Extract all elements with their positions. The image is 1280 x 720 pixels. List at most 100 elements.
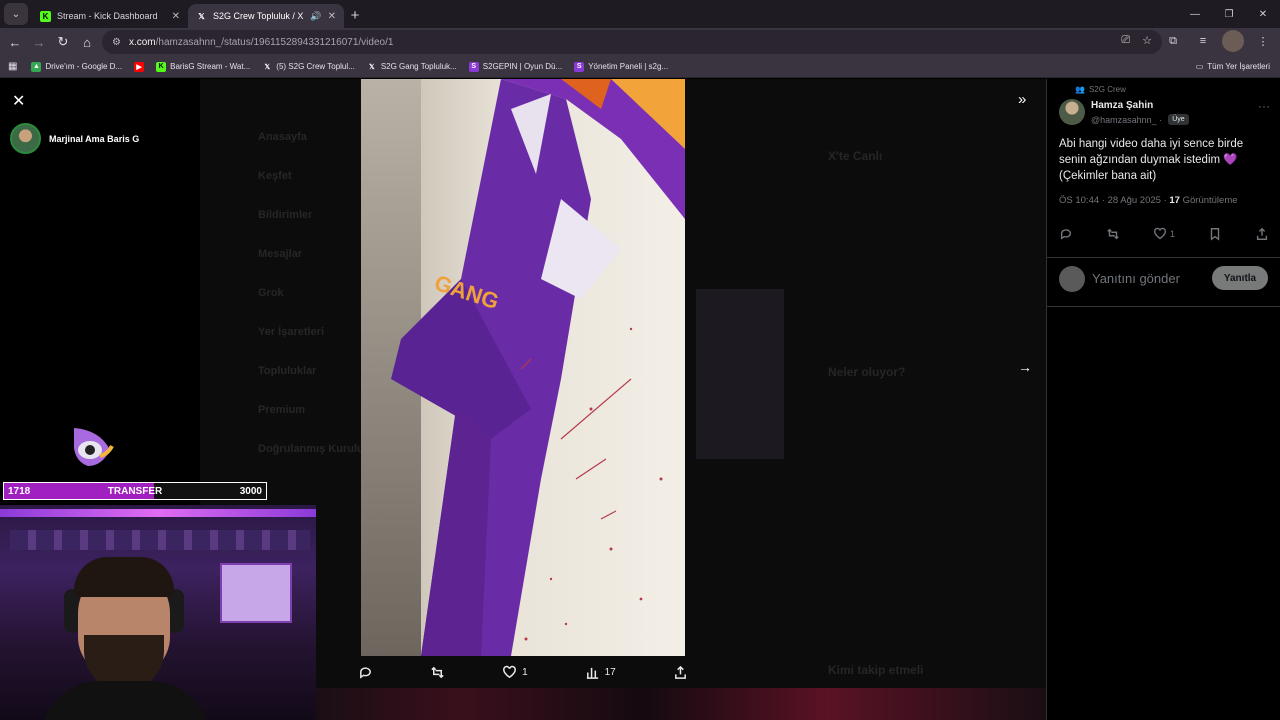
reply-input[interactable]: Yanıtını gönder bbox=[1092, 271, 1180, 286]
share-icon bbox=[674, 665, 686, 679]
jersey-image: GANG bbox=[391, 79, 685, 656]
x-icon: 𝕏 bbox=[369, 63, 375, 71]
like-button[interactable]: 1 bbox=[1153, 227, 1175, 241]
post-timestamp[interactable]: ÖS 10:44 · 28 Ağu 2025 · bbox=[1059, 195, 1169, 206]
bookmarks-bar: ▦ ▲ Drive'ım - Google D... ▶ K BarisG Stre… bbox=[0, 56, 1280, 78]
user-avatar bbox=[1059, 266, 1085, 292]
new-tab-button[interactable]: + bbox=[344, 4, 366, 26]
reply-icon bbox=[360, 666, 372, 679]
post-action-bar: 1 bbox=[1059, 227, 1269, 241]
webcam-background-strip bbox=[316, 688, 1046, 720]
forward-icon[interactable]: → bbox=[27, 30, 51, 54]
bookmark-s2gepin[interactable]: S S2GEPIN | Oyun Dü... bbox=[468, 61, 562, 72]
bookmark-kick[interactable]: K BarisG Stream - Wat... bbox=[156, 61, 250, 72]
post-detail-panel: 👥 S2G Crew Hamza Şahin @hamzasahnn_ · Üy… bbox=[1046, 79, 1280, 720]
author-avatar[interactable] bbox=[1059, 99, 1085, 125]
author-handle[interactable]: @hamzasahnn_ · bbox=[1091, 115, 1162, 125]
reply-button[interactable] bbox=[358, 665, 373, 680]
tab-label: S2G Crew Topluluk / X bbox=[213, 11, 304, 21]
home-icon[interactable]: ⌂ bbox=[75, 30, 99, 54]
author-handle-row: @hamzasahnn_ · Üye bbox=[1091, 114, 1189, 125]
analytics-icon bbox=[586, 667, 598, 679]
ghost-whats-happening: Neler oluyor? bbox=[828, 365, 906, 379]
extensions-icon[interactable]: ⧉ bbox=[1162, 30, 1184, 52]
transfer-goal: 3000 bbox=[239, 485, 262, 497]
streamer-avatar bbox=[10, 123, 41, 154]
author-name[interactable]: Hamza Şahin bbox=[1091, 100, 1153, 111]
tab-search-button[interactable]: ⌄ bbox=[4, 3, 28, 25]
x-icon: 𝕏 bbox=[264, 63, 271, 71]
s2g-icon: S bbox=[574, 61, 585, 72]
views-count: 17 bbox=[604, 666, 616, 678]
more-icon[interactable]: ··· bbox=[1258, 99, 1270, 113]
bookmark-s2g-gang[interactable]: 𝕏 S2G Gang Topluluk... bbox=[367, 62, 457, 72]
page-content: Anasayfa Keşfet Bildirimler Mesajlar Gro… bbox=[0, 79, 1280, 720]
heart-icon bbox=[503, 665, 517, 678]
reload-icon[interactable]: ↻ bbox=[51, 30, 75, 54]
all-bookmarks[interactable]: ▭ Tüm Yer İşaretleri bbox=[1196, 62, 1270, 71]
views-button[interactable]: 17 bbox=[585, 665, 616, 680]
reply-button[interactable] bbox=[1059, 227, 1073, 241]
site-info-icon[interactable]: ⚙ bbox=[112, 37, 121, 48]
bookmark-admin-panel[interactable]: S Yönetim Paneli | s2g... bbox=[574, 61, 668, 72]
profile-avatar[interactable] bbox=[1222, 30, 1244, 52]
expand-icon[interactable]: » bbox=[1018, 91, 1026, 108]
kick-icon: K bbox=[156, 61, 167, 72]
close-icon[interactable]: ✕ bbox=[172, 11, 180, 22]
video-player[interactable]: GANG bbox=[361, 79, 685, 656]
transfer-current: 1718 bbox=[8, 485, 31, 497]
community-label[interactable]: 👥 S2G Crew bbox=[1075, 85, 1126, 94]
close-icon[interactable]: ✕ bbox=[328, 11, 336, 22]
restore-icon[interactable]: ❐ bbox=[1212, 0, 1246, 28]
share-icon bbox=[1256, 227, 1268, 240]
next-arrow-icon[interactable]: → bbox=[1018, 359, 1032, 375]
close-icon[interactable]: ✕ bbox=[12, 91, 25, 111]
tab-s2g-crew[interactable]: 𝕏 S2G Crew Topluluk / X 🔊 ✕ bbox=[188, 4, 344, 28]
close-window-icon[interactable]: ✕ bbox=[1246, 0, 1280, 28]
s2g-icon: S bbox=[468, 61, 479, 72]
repost-icon bbox=[1107, 228, 1119, 240]
address-bar[interactable]: ⚙ x.com /hamzasahnn_/status/196115289433… bbox=[102, 30, 1162, 54]
window-controls: — ❐ ✕ bbox=[1178, 0, 1280, 28]
repost-button[interactable] bbox=[430, 665, 445, 680]
share-button[interactable] bbox=[673, 665, 688, 680]
ghost-live-title: X'te Canlı bbox=[828, 149, 883, 163]
cast-icon[interactable]: ⎚ bbox=[1121, 34, 1130, 47]
repost-button[interactable] bbox=[1106, 227, 1120, 241]
bookmark-drive[interactable]: ▲ Drive'ım - Google D... bbox=[31, 61, 122, 72]
back-icon[interactable]: ← bbox=[3, 30, 27, 54]
webcam-feed bbox=[0, 505, 316, 720]
apps-icon[interactable]: ▦ bbox=[8, 61, 17, 72]
heart-icon bbox=[1153, 227, 1166, 240]
toolbar: ← → ↻ ⌂ ⚙ x.com /hamzasahnn_/status/1961… bbox=[0, 28, 1280, 56]
drive-icon: ▲ bbox=[31, 61, 42, 72]
bookmark-button[interactable] bbox=[1208, 227, 1222, 241]
streamer-overlay: Marjinal Ama Baris G bbox=[10, 123, 139, 154]
x-icon: 𝕏 bbox=[198, 11, 205, 21]
reply-icon bbox=[1060, 229, 1072, 240]
folder-icon: ▭ bbox=[1195, 62, 1204, 71]
ghost-nav-item: Keşfet bbox=[258, 170, 292, 182]
reply-submit-button[interactable]: Yanıtla bbox=[1212, 266, 1268, 290]
ghost-media bbox=[696, 289, 784, 459]
bookmark-youtube[interactable]: ▶ bbox=[134, 61, 145, 72]
ghost-nav-item: Topluluklar bbox=[258, 365, 317, 377]
member-badge: Üye bbox=[1168, 114, 1189, 125]
media-control-icon[interactable]: ≡ bbox=[1192, 30, 1214, 52]
transfer-goal-bar: 1718 TRANSFER 3000 bbox=[3, 482, 267, 500]
streamer-name: Marjinal Ama Baris G bbox=[49, 133, 140, 144]
eye-logo-icon bbox=[74, 428, 114, 466]
bookmark-s2g-crew[interactable]: 𝕏 (5) S2G Crew Toplul... bbox=[262, 62, 354, 72]
post-views-count: 17 bbox=[1169, 195, 1180, 206]
ghost-nav-item: Anasayfa bbox=[258, 131, 307, 143]
like-button[interactable]: 1 bbox=[502, 665, 528, 680]
minimize-icon[interactable]: — bbox=[1178, 0, 1212, 28]
speaker-icon[interactable]: 🔊 bbox=[310, 11, 321, 22]
bookmark-icon bbox=[1210, 228, 1220, 241]
share-button[interactable] bbox=[1255, 227, 1269, 241]
menu-icon[interactable]: ⋮ bbox=[1252, 30, 1274, 52]
tab-kick-dashboard[interactable]: K Stream - Kick Dashboard ✕ bbox=[32, 4, 188, 28]
ghost-who-to-follow: Kimi takip etmeli bbox=[828, 663, 924, 677]
star-icon[interactable]: ☆ bbox=[1142, 34, 1152, 47]
community-icon: 👥 bbox=[1075, 85, 1085, 94]
